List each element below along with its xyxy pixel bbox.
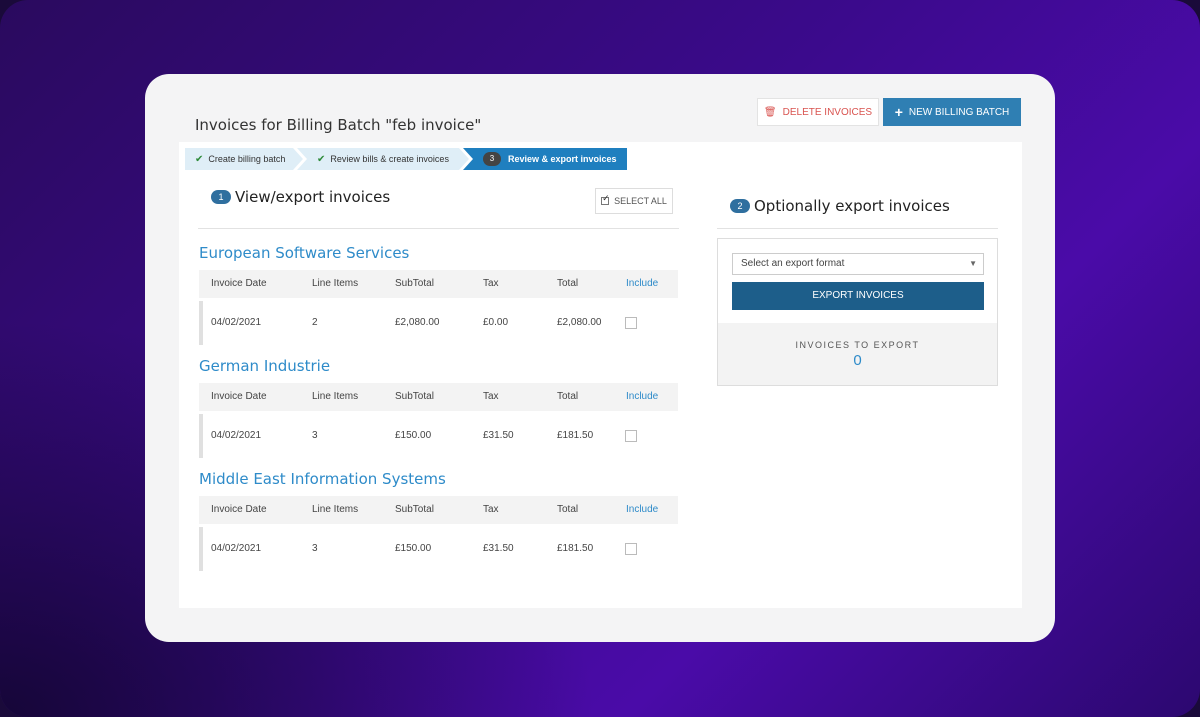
cell-invoice-date: 04/02/2021 [211,317,262,328]
section-number-badge: 1 [211,190,231,204]
select-all-button[interactable]: SELECT ALL [595,188,673,214]
header-subtotal: SubTotal [395,391,434,402]
section-number-badge: 2 [730,199,750,213]
cell-tax: £31.50 [483,430,514,441]
table-row: 04/02/2021 2 £2,080.00 £0.00 £2,080.00 [199,301,678,345]
checkbox-icon [601,193,610,205]
table-row: 04/02/2021 3 £150.00 £31.50 £181.50 [199,414,678,458]
table-header: Invoice Date Line Items SubTotal Tax Tot… [199,496,678,524]
step-label: Review & export invoices [508,154,617,164]
section-title: Optionally export invoices [754,197,950,215]
cell-subtotal: £150.00 [395,430,432,441]
company-name[interactable]: German Industrie [199,357,330,375]
company-name[interactable]: European Software Services [199,244,409,262]
invoices-to-export-label: INVOICES TO EXPORT [795,340,920,350]
cell-invoice-date: 04/02/2021 [211,543,262,554]
header-include[interactable]: Include [626,496,658,524]
view-export-heading: 1 View/export invoices [211,188,390,206]
header-invoice-date: Invoice Date [211,278,267,289]
step-number-badge: 3 [483,152,501,166]
header-tax: Tax [483,391,499,402]
wizard-steps: ✔ Create billing batch ✔ Review bills & … [185,148,627,170]
cell-total: £181.50 [557,430,594,441]
include-checkbox[interactable] [625,430,637,442]
app-card: Invoices for Billing Batch "feb invoice"… [145,74,1055,642]
header-invoice-date: Invoice Date [211,391,267,402]
header-total: Total [557,278,579,289]
section-title: View/export invoices [235,188,391,206]
header-total: Total [557,504,579,515]
include-checkbox[interactable] [625,543,637,555]
header-invoice-date: Invoice Date [211,504,267,515]
cell-line-items: 3 [312,543,318,554]
divider [717,228,998,229]
cell-subtotal: £150.00 [395,543,432,554]
cell-line-items: 2 [312,317,318,328]
page-title: Invoices for Billing Batch "feb invoice" [195,116,482,134]
delete-invoices-button[interactable]: 🗑 DELETE INVOICES [757,98,879,126]
export-summary: INVOICES TO EXPORT 0 [718,323,997,385]
table-header: Invoice Date Line Items SubTotal Tax Tot… [199,383,678,411]
export-panel: Select an export format ▼ EXPORT INVOICE… [717,238,998,386]
cell-line-items: 3 [312,430,318,441]
include-checkbox[interactable] [625,317,637,329]
cell-subtotal: £2,080.00 [395,317,440,328]
step-label: Review bills & create invoices [330,154,449,164]
header-subtotal: SubTotal [395,278,434,289]
step-create-billing-batch[interactable]: ✔ Create billing batch [185,148,303,170]
invoices-to-export-count: 0 [853,352,862,369]
chevron-down-icon: ▼ [969,259,977,268]
header-subtotal: SubTotal [395,504,434,515]
step-review-export[interactable]: 3 Review & export invoices [463,148,627,170]
checkmark-icon: ✔ [317,153,326,165]
header-tax: Tax [483,278,499,289]
cell-total: £181.50 [557,543,594,554]
export-format-placeholder: Select an export format [741,258,845,269]
delete-invoices-label: DELETE INVOICES [782,106,873,118]
cell-tax: £31.50 [483,543,514,554]
new-billing-batch-button[interactable]: + NEW BILLING BATCH [883,98,1021,126]
header-tax: Tax [483,504,499,515]
header-line-items: Line Items [312,504,359,515]
table-header: Invoice Date Line Items SubTotal Tax Tot… [199,270,678,298]
trash-icon: 🗑 [763,106,777,118]
export-format-select[interactable]: Select an export format ▼ [732,253,984,275]
header-include[interactable]: Include [626,270,658,298]
header-include[interactable]: Include [626,383,658,411]
cell-invoice-date: 04/02/2021 [211,430,262,441]
header-line-items: Line Items [312,278,359,289]
export-invoices-button[interactable]: EXPORT INVOICES [732,282,984,310]
header-total: Total [557,391,579,402]
header-line-items: Line Items [312,391,359,402]
new-billing-batch-label: NEW BILLING BATCH [908,106,1010,118]
cell-total: £2,080.00 [557,317,602,328]
plus-icon: + [894,104,903,120]
step-review-bills[interactable]: ✔ Review bills & create invoices [297,148,469,170]
checkmark-icon: ✔ [195,153,204,165]
optional-export-heading: 2 Optionally export invoices [730,197,950,215]
company-name[interactable]: Middle East Information Systems [199,470,446,488]
divider [198,228,679,229]
cell-tax: £0.00 [483,317,509,328]
select-all-label: SELECT ALL [614,196,667,206]
table-row: 04/02/2021 3 £150.00 £31.50 £181.50 [199,527,678,571]
step-label: Create billing batch [208,154,286,164]
